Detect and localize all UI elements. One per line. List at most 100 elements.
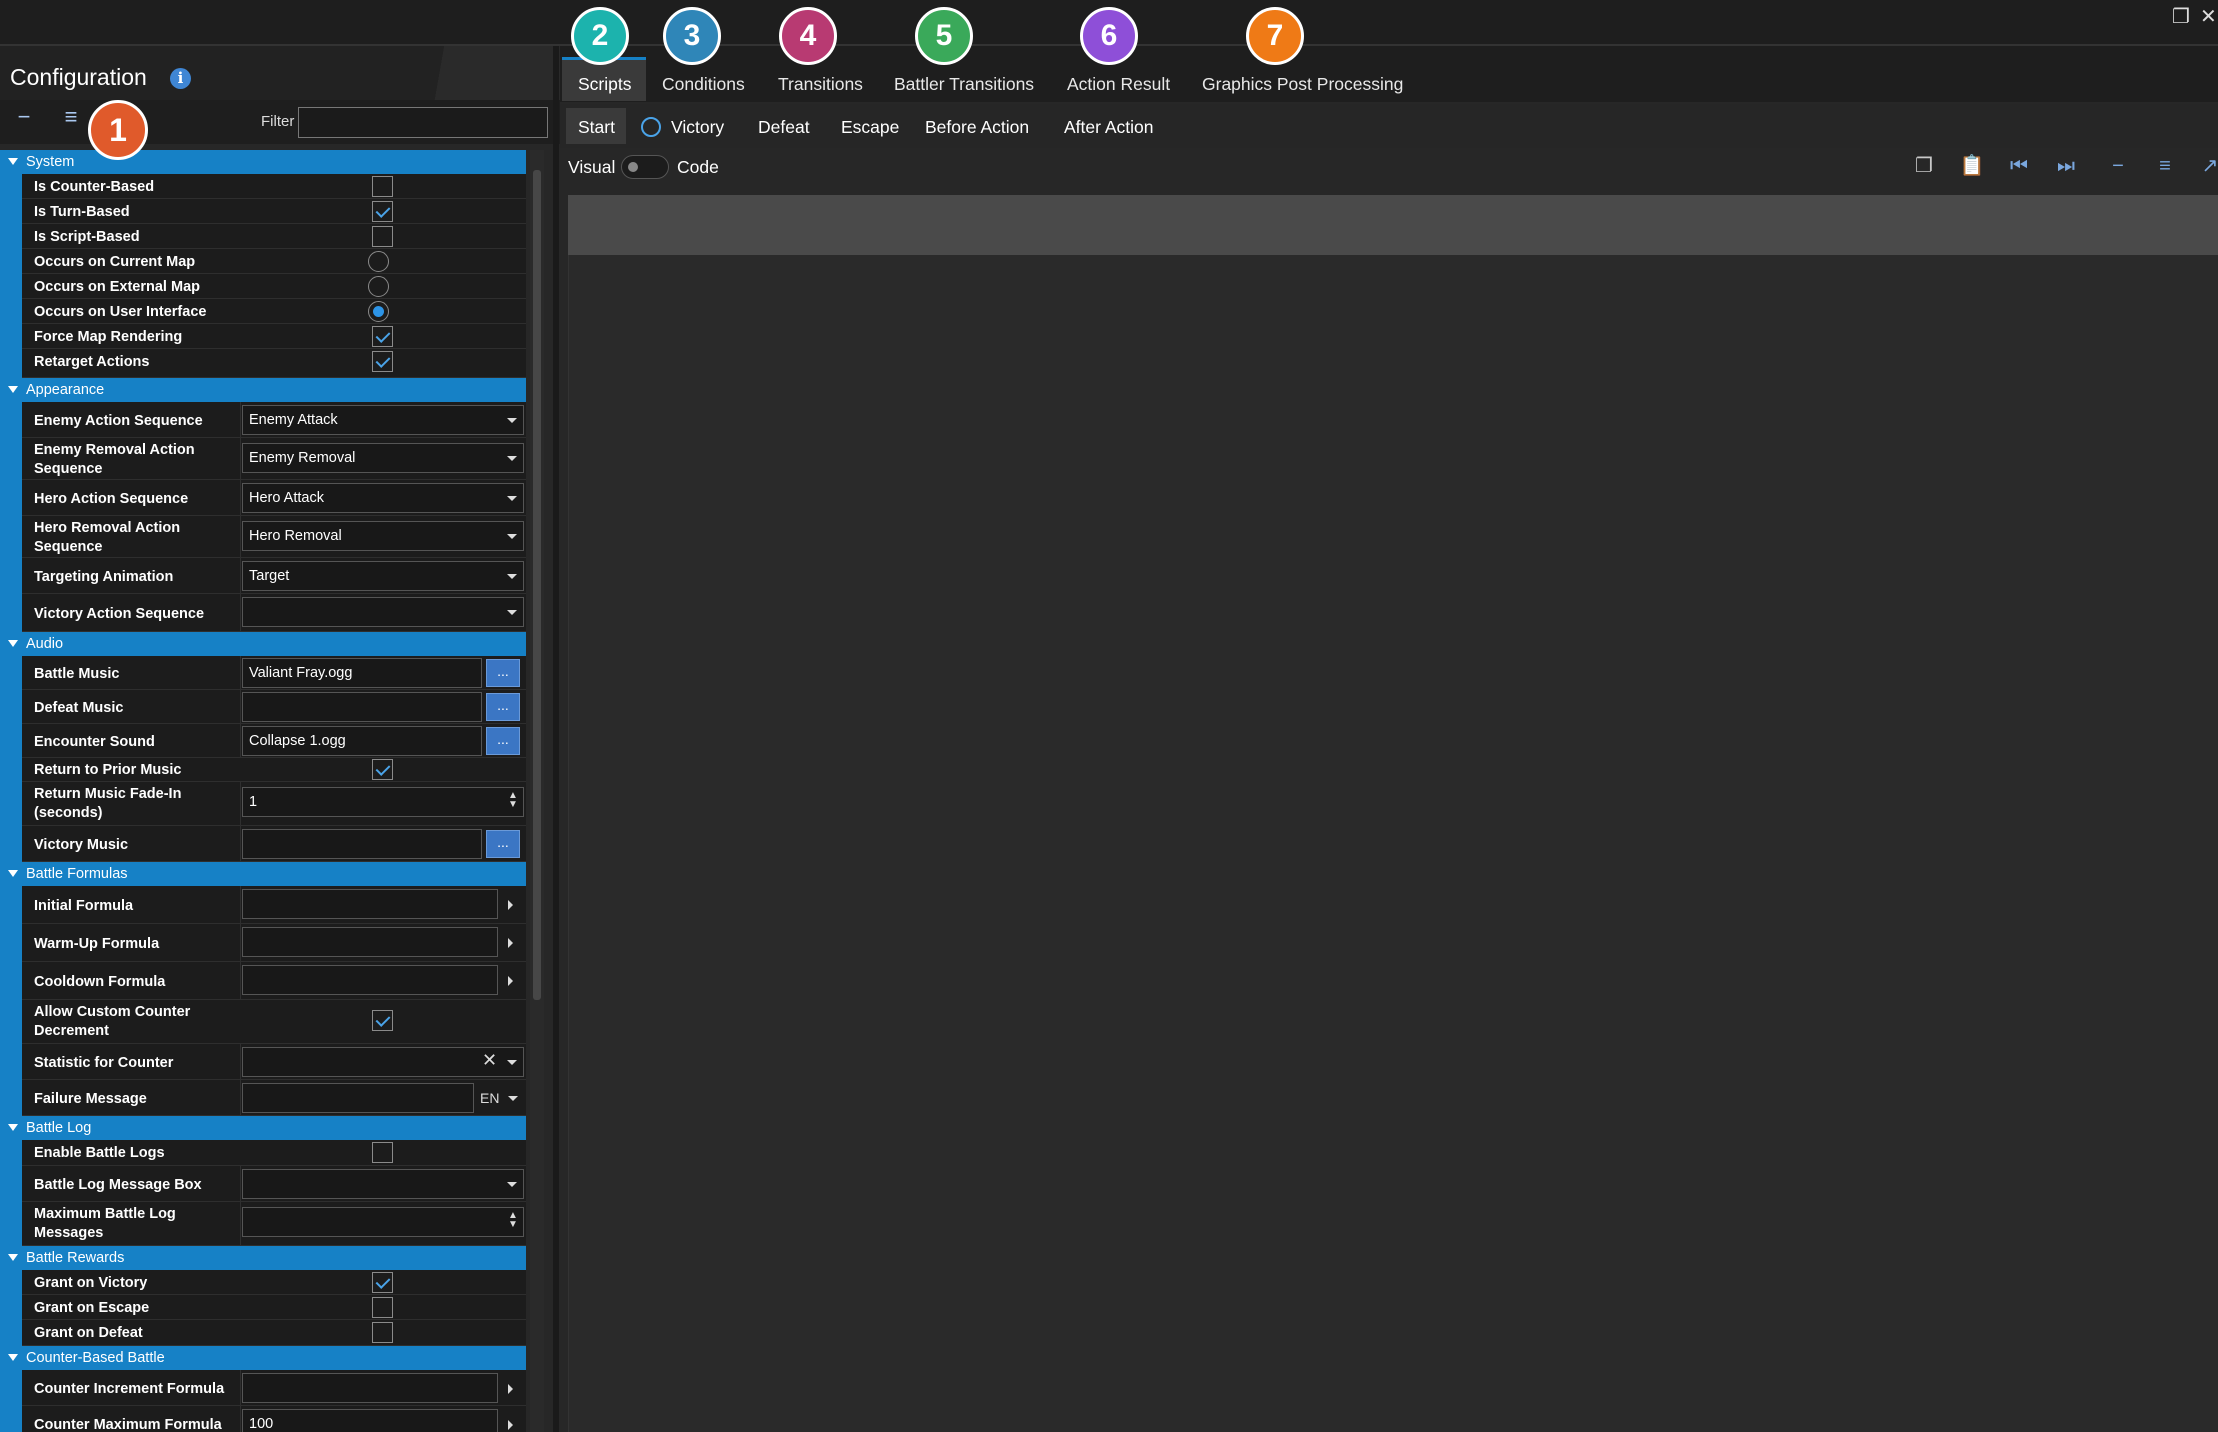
force-map-rendering-checkbox[interactable] bbox=[372, 326, 393, 347]
failure-message-field[interactable] bbox=[242, 1083, 474, 1113]
retarget-actions-checkbox[interactable] bbox=[372, 351, 393, 372]
property-row: Hero Action Sequence Hero Attack bbox=[22, 480, 526, 516]
section-audio[interactable]: Audio bbox=[0, 632, 526, 656]
tab-battler-transitions[interactable]: Battler Transitions bbox=[894, 74, 1034, 95]
subtab-start[interactable]: Start bbox=[578, 117, 615, 138]
tab-graphics-post-processing[interactable]: Graphics Post Processing bbox=[1202, 74, 1403, 95]
section-appearance[interactable]: Appearance bbox=[0, 378, 526, 402]
callout-badge-6: 6 bbox=[1080, 7, 1138, 65]
property-row: Is Counter-Based bbox=[22, 174, 526, 199]
enemy-action-sequence-dropdown[interactable]: Enemy Attack bbox=[242, 405, 524, 435]
subtab-defeat[interactable]: Defeat bbox=[758, 117, 810, 138]
info-icon[interactable]: i bbox=[170, 68, 191, 89]
move-last-icon[interactable]: ⏭ bbox=[2052, 152, 2080, 180]
browse-button[interactable]: ... bbox=[486, 830, 520, 858]
gutter bbox=[0, 402, 22, 632]
close-icon[interactable]: ✕ bbox=[2200, 4, 2217, 29]
property-row: Defeat Music... bbox=[22, 690, 526, 724]
subtab-escape[interactable]: Escape bbox=[841, 117, 899, 138]
expand-arrow-icon[interactable] bbox=[508, 1420, 513, 1430]
restore-icon[interactable]: ❐ bbox=[2172, 4, 2190, 29]
section-system[interactable]: System bbox=[0, 150, 526, 174]
section-counter-based[interactable]: Counter-Based Battle bbox=[0, 1346, 526, 1370]
expand-arrow-icon[interactable] bbox=[508, 1384, 513, 1394]
return-prior-music-checkbox[interactable] bbox=[372, 759, 393, 780]
code-label: Code bbox=[677, 157, 719, 177]
language-selector[interactable]: EN bbox=[480, 1090, 499, 1106]
property-row: Enemy Action Sequence Enemy Attack bbox=[22, 402, 526, 438]
browse-button[interactable]: ... bbox=[486, 693, 520, 721]
hero-removal-sequence-dropdown[interactable]: Hero Removal bbox=[242, 521, 524, 551]
subtab-after-action[interactable]: After Action bbox=[1064, 117, 1154, 138]
cooldown-formula-field[interactable] bbox=[242, 965, 498, 995]
clear-icon[interactable]: ✕ bbox=[482, 1050, 497, 1071]
property-row: Battle Log Message Box bbox=[22, 1166, 526, 1202]
property-row: Is Script-Based bbox=[22, 224, 526, 249]
fade-in-stepper[interactable]: 1 bbox=[242, 787, 524, 817]
is-turn-based-checkbox[interactable] bbox=[372, 201, 393, 222]
encounter-sound-field[interactable]: Collapse 1.ogg bbox=[242, 726, 482, 756]
occurs-user-interface-radio[interactable] bbox=[368, 301, 389, 322]
expand-arrow-icon[interactable] bbox=[508, 938, 513, 948]
section-battle-formulas[interactable]: Battle Formulas bbox=[0, 862, 526, 886]
is-script-based-checkbox[interactable] bbox=[372, 226, 393, 247]
scrollbar-thumb[interactable] bbox=[533, 170, 541, 1000]
subtab-before-action[interactable]: Before Action bbox=[925, 117, 1029, 138]
subtab-victory[interactable]: Victory bbox=[671, 117, 724, 138]
browse-button[interactable]: ... bbox=[486, 659, 520, 687]
tab-conditions[interactable]: Conditions bbox=[662, 74, 745, 95]
allow-custom-counter-checkbox[interactable] bbox=[372, 1010, 393, 1031]
property-row: Occurs on External Map bbox=[22, 274, 526, 299]
property-row: Counter Maximum Formula 100 bbox=[22, 1406, 526, 1432]
is-counter-based-checkbox[interactable] bbox=[372, 176, 393, 197]
tab-transitions[interactable]: Transitions bbox=[778, 74, 863, 95]
occurs-current-map-radio[interactable] bbox=[368, 251, 389, 272]
panel-divider[interactable] bbox=[553, 46, 559, 1432]
filter-input[interactable] bbox=[298, 107, 548, 138]
expand-all-icon[interactable]: ≡ bbox=[58, 104, 84, 130]
visual-code-toggle[interactable] bbox=[621, 155, 669, 179]
max-log-messages-stepper[interactable] bbox=[242, 1207, 524, 1237]
property-row: Occurs on User Interface bbox=[22, 299, 526, 324]
expand-arrow-icon[interactable] bbox=[508, 976, 513, 986]
expand-all-icon[interactable]: ≡ bbox=[2151, 152, 2179, 180]
battle-music-field[interactable]: Valiant Fray.ogg bbox=[242, 658, 482, 688]
copy-icon[interactable]: ❐ bbox=[1910, 152, 1938, 180]
occurs-external-map-radio[interactable] bbox=[368, 276, 389, 297]
victory-radio-icon[interactable] bbox=[641, 117, 661, 137]
section-battle-rewards[interactable]: Battle Rewards bbox=[0, 1246, 526, 1270]
move-first-icon[interactable]: ⏮ bbox=[2005, 152, 2033, 180]
grant-victory-checkbox[interactable] bbox=[372, 1272, 393, 1293]
counter-maximum-field[interactable]: 100 bbox=[242, 1409, 498, 1432]
grant-defeat-checkbox[interactable] bbox=[372, 1322, 393, 1343]
property-row: Hero Removal Action Sequence Hero Removal bbox=[22, 516, 526, 558]
collapse-all-icon[interactable]: − bbox=[2104, 152, 2132, 180]
hero-action-sequence-dropdown[interactable]: Hero Attack bbox=[242, 483, 524, 513]
property-grid: System Is Counter-Based Is Turn-Based Is… bbox=[0, 150, 526, 1432]
victory-action-sequence-dropdown[interactable] bbox=[242, 597, 524, 627]
expand-arrow-icon[interactable] bbox=[508, 900, 513, 910]
property-row: Warm-Up Formula bbox=[22, 924, 526, 962]
page-title: Configuration bbox=[10, 64, 147, 90]
tab-scripts[interactable]: Scripts bbox=[578, 74, 631, 95]
grant-escape-checkbox[interactable] bbox=[372, 1297, 393, 1318]
property-row: Initial Formula bbox=[22, 886, 526, 924]
collapse-all-icon[interactable]: − bbox=[11, 104, 37, 130]
battle-log-message-box-dropdown[interactable] bbox=[242, 1169, 524, 1199]
defeat-music-field[interactable] bbox=[242, 692, 482, 722]
enable-battle-logs-checkbox[interactable] bbox=[372, 1142, 393, 1163]
section-battle-log[interactable]: Battle Log bbox=[0, 1116, 526, 1140]
targeting-animation-dropdown[interactable]: Target bbox=[242, 561, 524, 591]
victory-music-field[interactable] bbox=[242, 829, 482, 859]
tab-action-result[interactable]: Action Result bbox=[1067, 74, 1170, 95]
enemy-removal-sequence-dropdown[interactable]: Enemy Removal bbox=[242, 443, 524, 473]
gutter bbox=[0, 886, 22, 1116]
script-canvas[interactable] bbox=[568, 195, 2218, 1432]
browse-button[interactable]: ... bbox=[486, 727, 520, 755]
external-icon[interactable]: ↗ bbox=[2196, 152, 2218, 180]
initial-formula-field[interactable] bbox=[242, 889, 498, 919]
counter-increment-field[interactable] bbox=[242, 1373, 498, 1403]
canvas-header-band bbox=[568, 195, 2218, 255]
paste-icon[interactable]: 📋 bbox=[1958, 152, 1986, 180]
warm-up-formula-field[interactable] bbox=[242, 927, 498, 957]
